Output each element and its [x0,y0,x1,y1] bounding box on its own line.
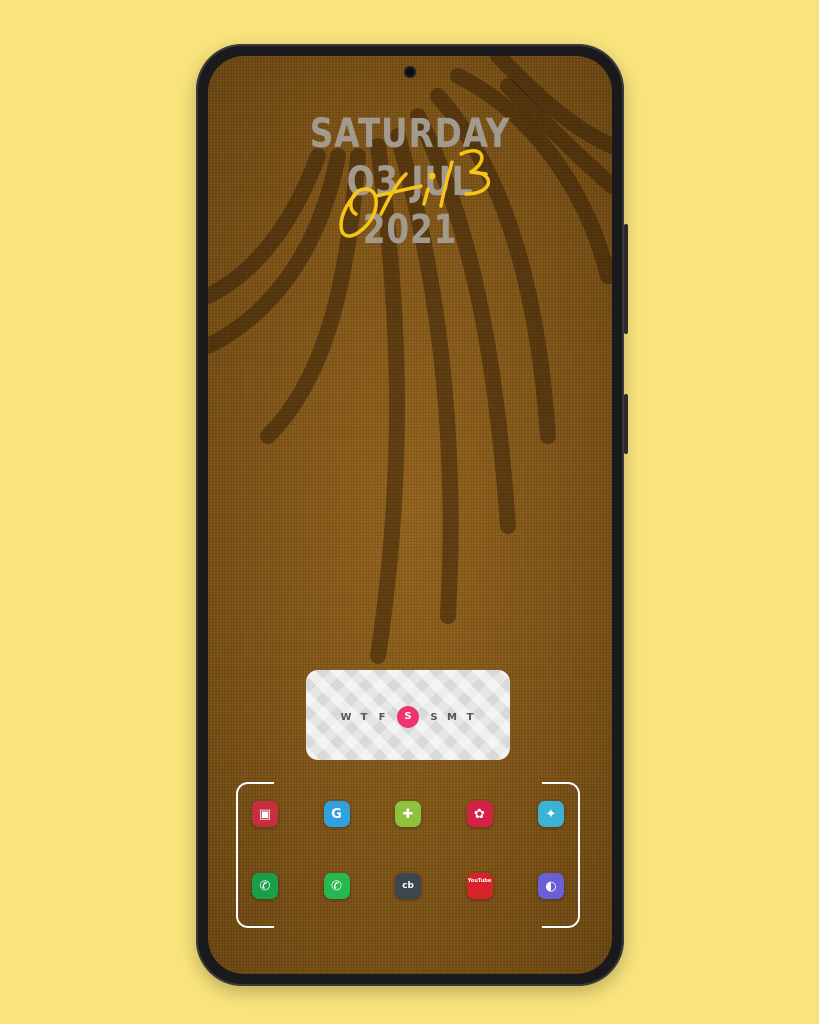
youtube-icon[interactable]: YouTube [466,873,493,899]
day-label: S [430,711,438,723]
app-glyph: ✆ [259,878,271,894]
signature-logo [339,149,491,238]
bird-app-icon[interactable]: ✦ [538,801,564,827]
phone-frame: SATURDAY O3 JUL 2021 W T F S S M T ▣ G ✚… [196,44,628,986]
app-glyph: ✦ [545,806,557,822]
dock-row-2: ✆ ✆ cb YouTube ◐ [252,873,564,899]
app-glyph: ✚ [402,806,414,822]
home-screen: SATURDAY O3 JUL 2021 W T F S S M T ▣ G ✚… [208,56,612,974]
phone-icon[interactable]: ✆ [252,873,278,899]
power-button [624,394,628,454]
day-label: F [378,711,386,723]
front-camera [404,66,416,78]
app-glyph: ◐ [545,878,557,894]
dock-row-1: ▣ G ✚ ✿ ✦ [252,801,564,827]
google-translate-icon[interactable]: G [323,801,350,827]
app-dock: ▣ G ✚ ✿ ✦ ✆ ✆ cb YouTube ◐ [252,801,564,945]
flower-app-icon[interactable]: ✿ [466,801,493,827]
day-label: W [340,711,352,723]
current-day-label: S [397,706,419,728]
day-label: T [360,711,368,723]
app-glyph: G [331,806,342,822]
app-glyph: ✿ [474,806,485,822]
whatsapp-icon[interactable]: ✆ [323,873,350,899]
gallery-icon[interactable]: ✚ [395,801,421,827]
app-glyph: ✆ [331,878,342,894]
day-label: T [466,711,474,723]
cb-app-icon[interactable]: cb [395,873,421,899]
volume-button [624,224,628,334]
week-day-row: W T F S S M T [306,705,510,729]
youtube-label: YouTube [467,878,492,884]
day-label: M [447,711,457,723]
app-glyph: ▣ [258,806,272,822]
screen-recorder-icon[interactable]: ▣ [252,801,278,827]
app-glyph: cb [402,880,414,891]
browser-icon[interactable]: ◐ [538,873,564,899]
week-day-widget[interactable]: W T F S S M T [306,670,510,760]
